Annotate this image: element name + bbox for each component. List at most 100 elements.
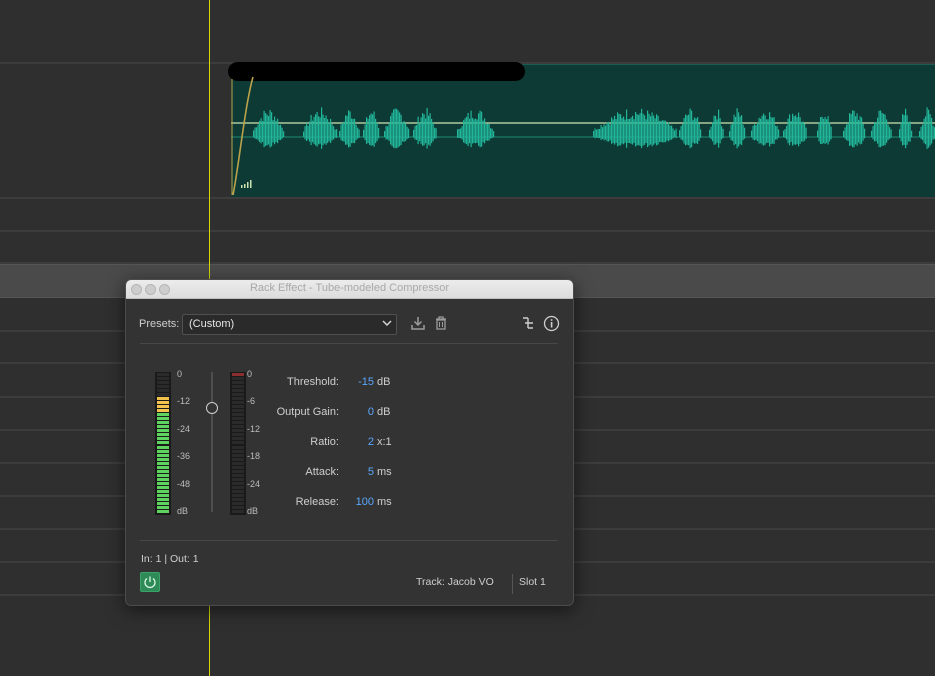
- waveform-sample: [694, 117, 696, 144]
- waveform-sample: [909, 121, 911, 142]
- routing-icon[interactable]: [520, 315, 536, 331]
- waveform-sample: [271, 112, 273, 147]
- waveform-sample: [488, 123, 490, 141]
- divider: [140, 343, 558, 344]
- waveform-sample: [884, 114, 886, 146]
- waveform-sample: [467, 112, 469, 147]
- waveform-sample: [713, 115, 715, 145]
- waveform-sample: [663, 120, 665, 143]
- waveform-sample: [593, 130, 595, 138]
- waveform-sample: [416, 125, 418, 140]
- waveform-sample: [349, 111, 351, 147]
- waveform-sample: [280, 124, 282, 141]
- waveform-sample: [268, 116, 270, 145]
- meter-segment: [157, 485, 169, 489]
- meter-scale-label: -12: [177, 396, 191, 407]
- waveform-sample: [751, 130, 753, 138]
- waveform-sample: [739, 116, 741, 145]
- attack-value[interactable]: 5: [339, 466, 374, 478]
- waveform-sample: [744, 127, 746, 139]
- param-label: Attack:: [305, 466, 339, 478]
- waveform-sample: [769, 112, 771, 147]
- waveform-sample: [259, 120, 261, 143]
- waveform-sample: [760, 118, 762, 144]
- meter-scale-label: -24: [177, 423, 191, 434]
- meter-segment: [157, 465, 169, 469]
- param-unit: dB: [377, 376, 391, 388]
- meter-segment: [232, 449, 244, 453]
- waveform-sample: [363, 129, 365, 138]
- power-button[interactable]: [140, 572, 160, 592]
- waveform-sample: [715, 116, 717, 145]
- waveform-sample: [606, 122, 608, 142]
- waveform-sample: [615, 119, 617, 143]
- meter-scale-label: -12: [247, 423, 261, 434]
- presets-label: Presets:: [139, 318, 180, 330]
- waveform-sample: [858, 120, 860, 143]
- save-preset-icon[interactable]: [410, 315, 426, 331]
- waveform-sample: [784, 129, 786, 138]
- waveform-sample: [650, 116, 652, 145]
- waveform-sample: [278, 125, 280, 140]
- info-icon[interactable]: [543, 315, 560, 332]
- meter-scale-label: -6: [247, 396, 256, 407]
- waveform-sample: [773, 117, 775, 144]
- waveform-sample: [327, 119, 329, 143]
- waveform-sample: [396, 108, 398, 149]
- waveform-sample: [783, 130, 785, 138]
- waveform-sample: [345, 115, 347, 145]
- waveform-sample: [847, 123, 849, 141]
- waveform-sample: [318, 116, 320, 145]
- waveform-sample: [470, 110, 472, 148]
- waveform-sample: [729, 131, 731, 137]
- waveform-sample: [626, 109, 628, 148]
- waveform-sample: [466, 116, 468, 145]
- threshold-slider-knob[interactable]: [206, 402, 218, 414]
- waveform-sample: [265, 113, 267, 146]
- threshold-value[interactable]: -15: [339, 376, 374, 388]
- waveform-sample: [683, 117, 685, 144]
- title-bar[interactable]: Rack Effect - Tube-modeled Compressor: [126, 280, 573, 299]
- waveform-sample: [730, 124, 732, 141]
- waveform-sample: [461, 126, 463, 140]
- waveform-sample: [818, 122, 820, 142]
- waveform-sample: [617, 112, 619, 147]
- waveform-sample: [886, 119, 888, 143]
- waveform-sample: [364, 124, 366, 141]
- meter-segment: [157, 497, 169, 501]
- release-value[interactable]: 100: [339, 496, 374, 508]
- meter-segment: [157, 469, 169, 473]
- waveform-sample: [330, 118, 332, 144]
- waveform-sample: [671, 125, 673, 140]
- waveform-sample: [478, 113, 480, 146]
- waveform-sample: [432, 122, 434, 142]
- waveform-sample: [484, 118, 486, 144]
- param-unit: x:1: [377, 436, 392, 448]
- waveform-sample: [763, 113, 765, 146]
- ratio-value[interactable]: 2: [339, 436, 374, 448]
- slot-number: Slot 1: [519, 576, 546, 588]
- waveform-sample: [274, 116, 276, 145]
- waveform-sample: [272, 120, 274, 143]
- waveform-sample: [775, 125, 777, 140]
- output-gain-value[interactable]: 0: [339, 406, 374, 418]
- waveform-sample: [355, 124, 357, 141]
- meter-segment: [157, 501, 169, 505]
- meter-segment: [157, 401, 169, 405]
- waveform-sample: [346, 115, 348, 145]
- waveform-sample: [307, 125, 309, 140]
- audio-clip[interactable]: [228, 62, 935, 197]
- presets-dropdown[interactable]: (Custom): [182, 314, 397, 335]
- waveform-sample: [315, 114, 317, 146]
- waveform-sample: [312, 120, 314, 143]
- meter-segment: [157, 509, 169, 513]
- waveform-sample: [283, 131, 285, 137]
- trash-icon[interactable]: [433, 315, 449, 331]
- meter-segment: [232, 389, 244, 393]
- threshold-slider-track[interactable]: [211, 372, 213, 512]
- meter-scale-label: 0: [177, 369, 183, 379]
- waveform-sample: [328, 122, 330, 142]
- waveform-sample: [458, 129, 460, 138]
- waveform-sample: [741, 115, 743, 145]
- waveform-sample: [859, 116, 861, 145]
